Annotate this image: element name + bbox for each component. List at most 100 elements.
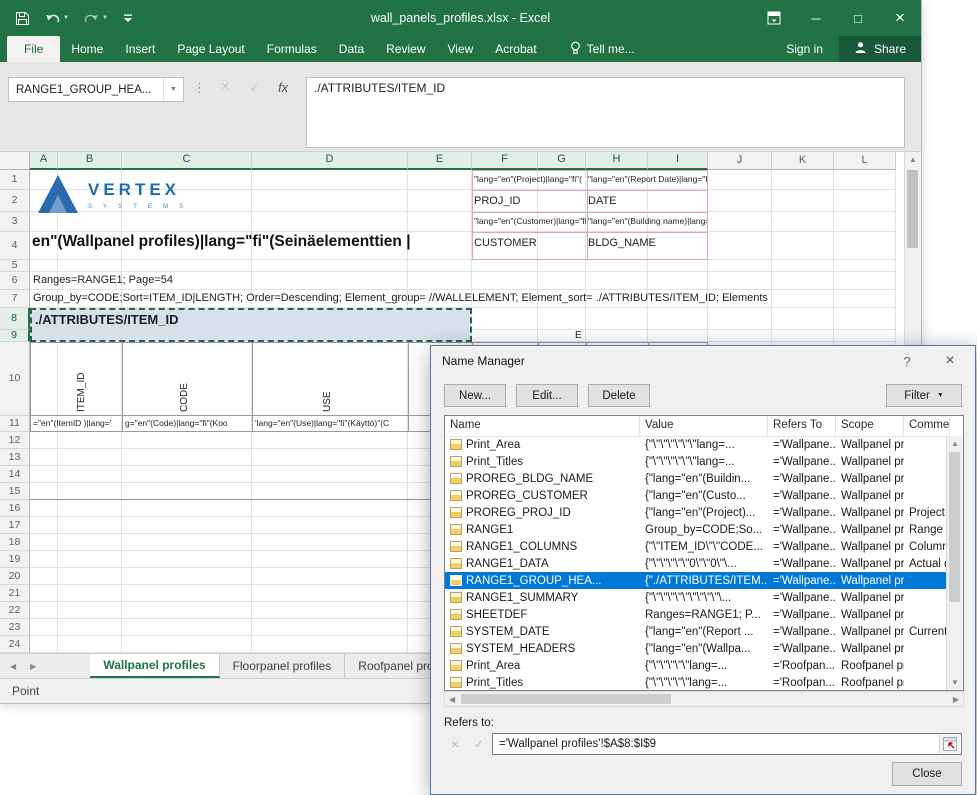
- tell-me-box[interactable]: Tell me...: [558, 36, 647, 62]
- column-header-J[interactable]: J: [708, 152, 772, 170]
- list-vertical-scrollbar-thumb[interactable]: [949, 452, 960, 602]
- close-button[interactable]: ×: [879, 0, 921, 36]
- column-header-E[interactable]: E: [408, 152, 472, 170]
- cell-c11[interactable]: g="en"(Code)|lang="fi"(Koo: [125, 418, 250, 428]
- row-header-15[interactable]: 15: [0, 483, 30, 500]
- column-header-K[interactable]: K: [772, 152, 834, 170]
- cell-h4[interactable]: BLDG_NAME: [588, 237, 656, 249]
- row-header-24[interactable]: 24: [0, 636, 30, 653]
- list-scroll-right-icon[interactable]: ▶: [953, 695, 959, 704]
- nm-row-system-date[interactable]: SYSTEM_DATE{"lang="en"(Report ...='Wallp…: [445, 623, 946, 640]
- row-header-17[interactable]: 17: [0, 517, 30, 534]
- nm-column-header-scope[interactable]: Scope: [836, 416, 904, 436]
- cell-f1[interactable]: "lang="en"(Project)|lang="fi"(: [474, 174, 586, 184]
- nm-row-print-titles[interactable]: Print_Titles{"\"\"\"\"\"lang=...='Roofpa…: [445, 674, 946, 690]
- list-scroll-down-icon[interactable]: ▼: [947, 678, 963, 687]
- row-header-20[interactable]: 20: [0, 568, 30, 585]
- ribbon-tab-review[interactable]: Review: [375, 36, 436, 62]
- cell-a8-active[interactable]: ./ATTRIBUTES/ITEM_ID: [35, 312, 178, 327]
- ribbon-tab-home[interactable]: Home: [60, 36, 114, 62]
- row-header-12[interactable]: 12: [0, 432, 30, 449]
- row-header-4[interactable]: 4: [0, 232, 30, 260]
- cell-f2[interactable]: PROJ_ID: [474, 195, 520, 207]
- nm-row-proreg-bldg-name[interactable]: PROREG_BLDG_NAME{"lang="en"(Buildin...='…: [445, 470, 946, 487]
- row-header-14[interactable]: 14: [0, 466, 30, 483]
- collapse-dialog-range-icon[interactable]: [939, 735, 960, 753]
- dialog-close-icon[interactable]: ×: [931, 346, 969, 376]
- vertical-scrollbar-thumb[interactable]: [907, 170, 918, 248]
- row-header-7[interactable]: 7: [0, 290, 30, 308]
- nm-row-range1-group-hea-[interactable]: RANGE1_GROUP_HEA...{"./ATTRIBUTES/ITEM..…: [445, 572, 946, 589]
- column-header-I[interactable]: I: [648, 152, 708, 170]
- cell-h2[interactable]: DATE: [588, 195, 617, 207]
- row-header-1[interactable]: 1: [0, 170, 30, 190]
- row-header-10[interactable]: 10: [0, 342, 30, 416]
- row-header-8[interactable]: 8: [0, 308, 30, 330]
- names-list-horizontal-scrollbar[interactable]: ◀ ▶: [444, 691, 964, 707]
- row-header-21[interactable]: 21: [0, 585, 30, 602]
- row-header-23[interactable]: 23: [0, 619, 30, 636]
- list-scroll-up-icon[interactable]: ▲: [947, 439, 963, 448]
- ribbon-tab-view[interactable]: View: [437, 36, 485, 62]
- cell-a6[interactable]: Ranges=RANGE1; Page=54: [33, 274, 173, 286]
- column-header-L[interactable]: L: [834, 152, 896, 170]
- edit-button[interactable]: Edit...: [516, 384, 578, 407]
- cell-d11[interactable]: 'lang="en"(Use)|lang="fi"(Käyttö)"(C: [255, 418, 455, 428]
- nm-row-sheetdef[interactable]: SHEETDEFRanges=RANGE1; P...='Wallpane...…: [445, 606, 946, 623]
- nm-row-range1-data[interactable]: RANGE1_DATA{"\"\"\"\"\"0\"\"0\"\...='Wal…: [445, 555, 946, 572]
- cell-h1[interactable]: "lang="en"(Report Date)|lang="f: [588, 174, 707, 184]
- nm-row-print-titles[interactable]: Print_Titles{"\"\"\"\"\"\"lang=...='Wall…: [445, 453, 946, 470]
- cell-h9[interactable]: E: [575, 330, 582, 341]
- name-box[interactable]: RANGE1_GROUP_HEA... ▼: [8, 77, 184, 102]
- column-header-D[interactable]: D: [252, 152, 408, 170]
- cell-a4-report-title[interactable]: en"(Wallpanel profiles)|lang="fi"(Seinäe…: [32, 233, 474, 251]
- dialog-close-button[interactable]: Close: [892, 762, 962, 786]
- dialog-help-icon[interactable]: ?: [891, 346, 923, 376]
- tab-nav-left-icon[interactable]: ◀: [10, 662, 16, 671]
- share-button[interactable]: Share: [839, 36, 921, 62]
- vertical-header-use[interactable]: USE: [322, 346, 333, 412]
- column-header-A[interactable]: A: [30, 152, 58, 170]
- enter-icon[interactable]: ✓: [249, 80, 260, 96]
- nm-row-proreg-customer[interactable]: PROREG_CUSTOMER{"lang="en"(Custo...='Wal…: [445, 487, 946, 504]
- row-header-5[interactable]: 5: [0, 260, 30, 272]
- names-list-vertical-scrollbar[interactable]: ▲ ▼: [946, 436, 963, 690]
- insert-function-icon[interactable]: fx: [278, 80, 288, 95]
- vertical-header-item-id[interactable]: ITEM_ID: [76, 346, 87, 412]
- refers-to-input[interactable]: ='Wallpanel profiles'!$A$8:$I$9: [492, 733, 962, 755]
- column-header-B[interactable]: B: [58, 152, 122, 170]
- cell-f4[interactable]: CUSTOMER: [474, 237, 537, 249]
- ribbon-tab-data[interactable]: Data: [328, 36, 375, 62]
- row-header-9[interactable]: 9: [0, 330, 30, 342]
- cell-h3[interactable]: "lang="en"(Building name)|lang=': [588, 216, 707, 226]
- nm-column-header-comment[interactable]: Comment: [904, 416, 950, 436]
- column-header-G[interactable]: G: [538, 152, 586, 170]
- maximize-button[interactable]: □: [837, 0, 879, 36]
- list-scroll-left-icon[interactable]: ◀: [449, 695, 455, 704]
- cell-f3[interactable]: "lang="en"(Customer)|lang="fi: [474, 216, 586, 226]
- ribbon-tab-page-layout[interactable]: Page Layout: [166, 36, 255, 62]
- column-header-F[interactable]: F: [472, 152, 538, 170]
- nm-row-system-headers[interactable]: SYSTEM_HEADERS{"lang="en"(Wallpa...='Wal…: [445, 640, 946, 657]
- sheet-tab-wallpanel-profiles[interactable]: Wallpanel profiles: [90, 654, 219, 678]
- refers-confirm-icon[interactable]: ✓: [468, 733, 490, 755]
- ribbon-tab-acrobat[interactable]: Acrobat: [484, 36, 547, 62]
- tab-nav-right-icon[interactable]: ▶: [30, 662, 36, 671]
- row-header-11[interactable]: 11: [0, 416, 30, 432]
- vertical-header-code[interactable]: CODE: [179, 346, 190, 412]
- refers-cancel-icon[interactable]: ×: [444, 733, 466, 755]
- row-header-22[interactable]: 22: [0, 602, 30, 619]
- ribbon-tab-insert[interactable]: Insert: [114, 36, 166, 62]
- cell-a11[interactable]: ="en"(ItemID )|lang=': [33, 418, 121, 428]
- scroll-up-icon[interactable]: ▲: [905, 155, 921, 164]
- nm-column-header-refers-to[interactable]: Refers To: [768, 416, 836, 436]
- column-header-H[interactable]: H: [586, 152, 648, 170]
- nm-row-print-area[interactable]: Print_Area{"\"\"\"\"\"\"lang=...='Wallpa…: [445, 436, 946, 453]
- sign-in-button[interactable]: Sign in: [770, 36, 839, 62]
- ribbon-tab-formulas[interactable]: Formulas: [256, 36, 328, 62]
- nm-row-range1[interactable]: RANGE1Group_by=CODE;So...='Wallpane...Wa…: [445, 521, 946, 538]
- row-header-16[interactable]: 16: [0, 500, 30, 517]
- select-all-corner[interactable]: [0, 152, 30, 170]
- row-header-18[interactable]: 18: [0, 534, 30, 551]
- cell-a7[interactable]: Group_by=CODE;Sort=ITEM_ID|LENGTH; Order…: [33, 292, 893, 304]
